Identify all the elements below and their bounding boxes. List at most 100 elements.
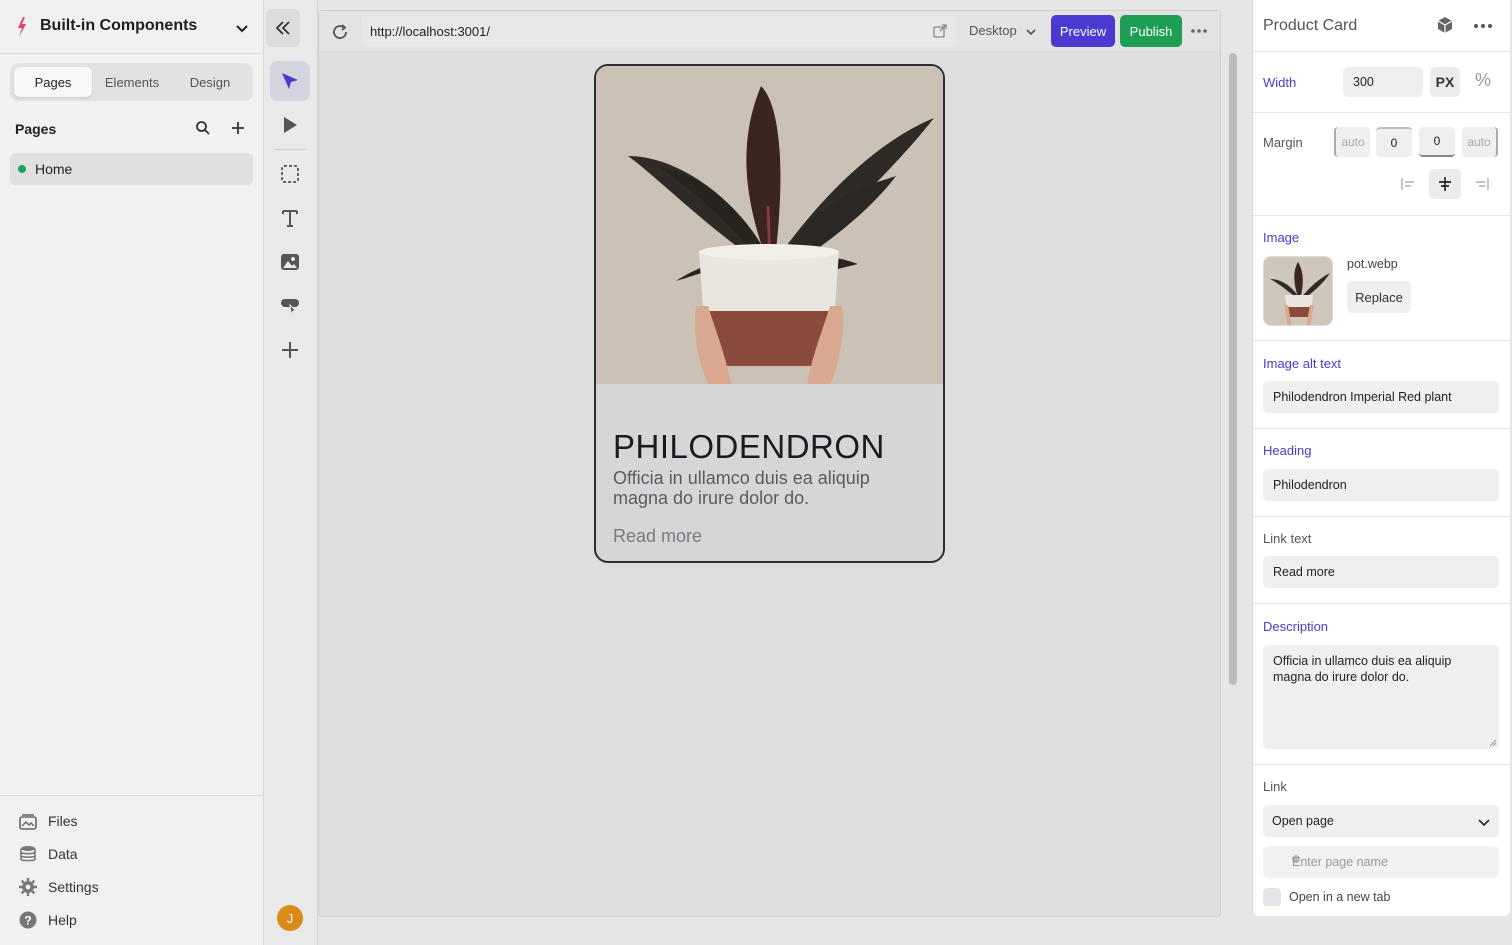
product-image (596, 66, 943, 384)
chevron-down-icon[interactable] (1025, 26, 1037, 38)
add-tool[interactable] (270, 330, 310, 370)
align-right-icon (1476, 178, 1489, 190)
chevron-down-icon[interactable] (234, 20, 250, 36)
more-icon[interactable] (1190, 23, 1208, 39)
divider (1253, 764, 1511, 765)
divider (1253, 516, 1511, 517)
page-status-dot (18, 165, 26, 173)
link-label: Link (1263, 779, 1287, 794)
footer-files-label: Files (48, 813, 78, 829)
page-item-home[interactable]: Home (10, 153, 253, 185)
unit-percent-button[interactable]: % (1471, 70, 1495, 94)
unit-px-button[interactable]: PX (1430, 67, 1460, 97)
link-type-value: Open page (1272, 814, 1334, 828)
link-text-value: Read more (1273, 565, 1335, 579)
open-new-tab-label: Open in a new tab (1289, 890, 1391, 904)
search-icon[interactable] (195, 120, 211, 136)
text-tool[interactable] (270, 198, 310, 238)
plus-icon (282, 342, 298, 358)
margin-label: Margin (1263, 135, 1303, 150)
preview-button[interactable]: Preview (1051, 15, 1115, 47)
tab-elements[interactable]: Elements (93, 67, 171, 97)
reload-icon[interactable] (331, 23, 349, 41)
browser-bar: http://localhost:3001/ Desktop Preview P… (319, 11, 1220, 51)
plant-thumbnail-icon (1264, 257, 1332, 325)
pages-heading: Pages (15, 121, 57, 137)
url-text: http://localhost:3001/ (370, 24, 490, 39)
footer-data[interactable]: Data (18, 843, 218, 865)
footer-settings[interactable]: Settings (18, 876, 218, 898)
svg-text:?: ? (24, 914, 31, 928)
image-icon (281, 254, 299, 270)
link-text-label: Link text (1263, 531, 1312, 546)
margin-bottom-input[interactable]: 0 (1419, 127, 1455, 157)
collapse-sidebar-button[interactable] (266, 9, 300, 47)
divider (1253, 215, 1511, 216)
text-icon (282, 210, 298, 227)
margin-left-input[interactable]: auto (1334, 127, 1370, 157)
margin-top-input[interactable]: 0 (1376, 127, 1412, 157)
external-link-icon[interactable] (933, 24, 947, 38)
tab-pages[interactable]: Pages (14, 67, 92, 97)
footer-files[interactable]: Files (18, 810, 218, 832)
page-name-placeholder: Enter page name (1292, 855, 1388, 869)
image-tool[interactable] (270, 242, 310, 282)
logo-icon (18, 17, 26, 37)
footer-help-label: Help (48, 912, 77, 928)
more-icon[interactable] (1473, 18, 1493, 34)
link-text-input[interactable]: Read more (1263, 556, 1499, 588)
image-thumbnail[interactable] (1263, 256, 1333, 326)
width-input[interactable]: 300 (1343, 67, 1423, 97)
sidebar-tabs: Pages Elements Design (10, 63, 253, 101)
component-cube-icon[interactable] (1436, 16, 1454, 34)
width-value: 300 (1353, 75, 1374, 89)
divider (1253, 112, 1511, 113)
canvas-scrollbar[interactable] (1229, 53, 1237, 685)
device-select[interactable]: Desktop (969, 23, 1017, 38)
align-left-icon (1401, 178, 1414, 190)
heading-label: Heading (1263, 443, 1312, 458)
resize-handle-icon[interactable] (1489, 739, 1497, 747)
project-switcher[interactable]: Built-in Components (0, 0, 263, 54)
description-textarea[interactable]: Officia in ullamco duis ea aliquip magna… (1263, 645, 1499, 749)
divider (1253, 428, 1511, 429)
select-tool[interactable] (270, 61, 310, 101)
alt-text-input[interactable]: Philodendron Imperial Red plant (1263, 381, 1499, 413)
description-label: Description (1263, 619, 1329, 634)
heading-input[interactable]: Philodendron (1263, 469, 1499, 501)
replace-image-button[interactable]: Replace (1347, 281, 1411, 313)
files-icon (19, 814, 37, 830)
toolbar-divider (274, 149, 306, 150)
url-field[interactable]: http://localhost:3001/ (361, 16, 956, 46)
align-center-button[interactable] (1429, 169, 1461, 199)
avatar[interactable]: J (277, 905, 303, 931)
add-page-icon[interactable] (230, 120, 246, 136)
footer-data-label: Data (48, 846, 78, 862)
play-tool[interactable] (270, 105, 310, 145)
footer-settings-label: Settings (48, 879, 99, 895)
align-right-button[interactable] (1466, 169, 1498, 199)
play-icon (284, 117, 297, 133)
divider (1253, 340, 1511, 341)
product-card[interactable]: PHILODENDRON Officia in ullamco duis ea … (594, 64, 945, 563)
panel-title: Product Card (1263, 17, 1358, 34)
alt-text-value: Philodendron Imperial Red plant (1273, 390, 1452, 404)
card-title: PHILODENDRON (613, 428, 885, 465)
component-tool[interactable] (270, 286, 310, 326)
page-item-label: Home (35, 161, 73, 177)
container-tool[interactable] (270, 154, 310, 194)
card-read-more-link[interactable]: Read more (613, 526, 702, 547)
align-center-icon (1439, 177, 1451, 191)
left-sidebar: Built-in Components Pages Elements Desig… (0, 0, 264, 945)
footer-help[interactable]: ? Help (18, 909, 218, 931)
help-icon: ? (19, 911, 37, 929)
tab-design[interactable]: Design (171, 67, 249, 97)
margin-right-input[interactable]: auto (1462, 127, 1498, 157)
open-new-tab-checkbox[interactable] (1263, 888, 1281, 906)
tool-rail: J (264, 0, 318, 945)
align-left-button[interactable] (1392, 169, 1424, 199)
properties-panel: Product Card Width 300 PX % Margin auto … (1252, 0, 1511, 916)
page-name-input[interactable]: Enter page name (1263, 846, 1499, 878)
link-type-select[interactable]: Open page (1263, 805, 1499, 837)
publish-button[interactable]: Publish (1120, 15, 1182, 47)
